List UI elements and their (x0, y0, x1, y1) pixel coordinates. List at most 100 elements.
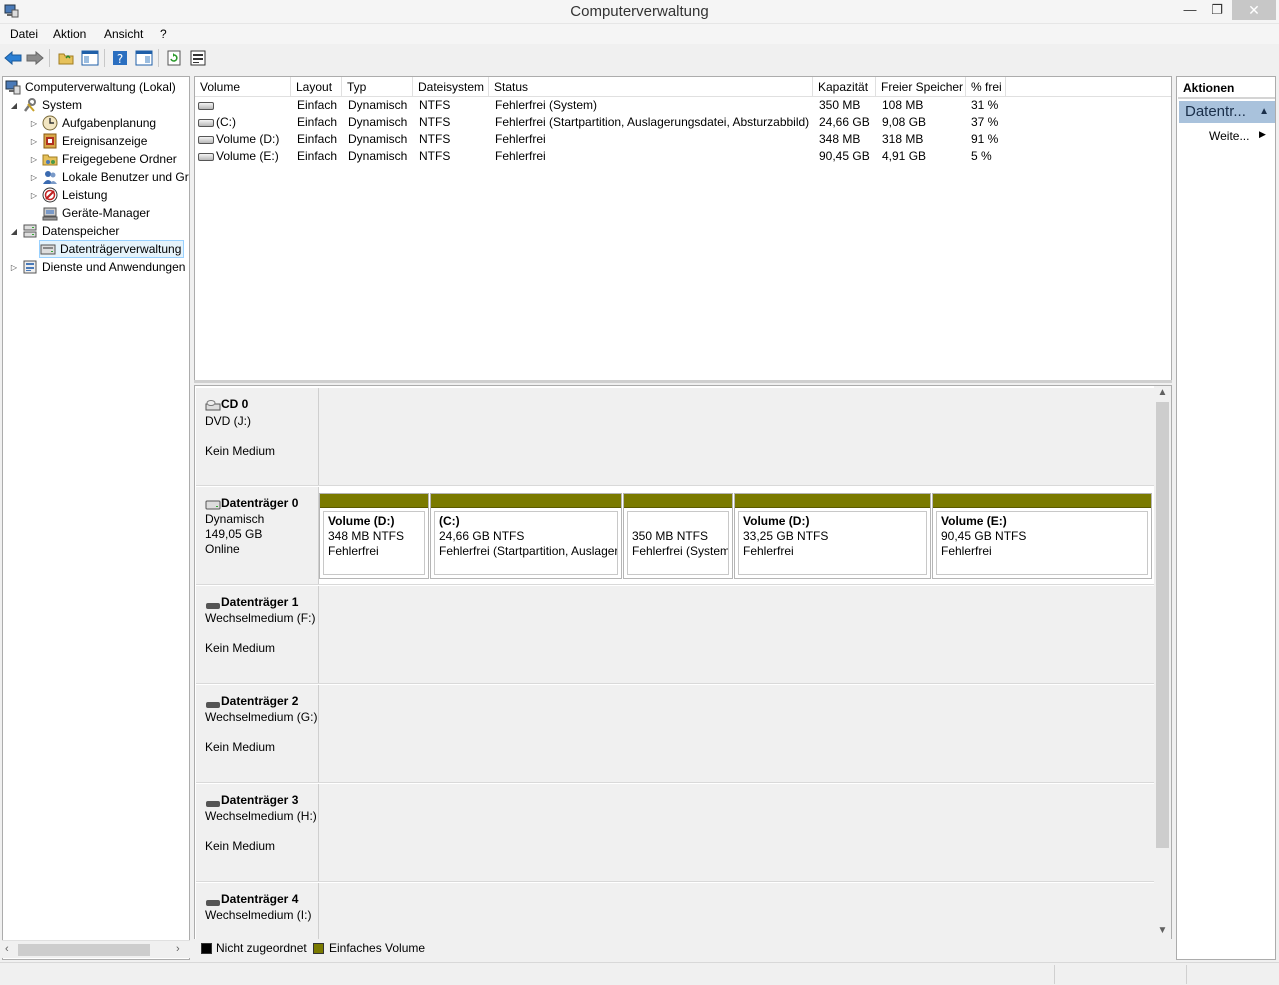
scrollbar-thumb[interactable] (1156, 402, 1169, 848)
disk-label[interactable]: Datenträger 4 Wechselmedium (I:) (196, 883, 319, 939)
expand-arrow-icon[interactable]: ▷ (29, 137, 39, 146)
disk-title: Datenträger 3 (221, 793, 299, 807)
tree-item-task-scheduler[interactable]: ▷ Aufgabenplanung (29, 114, 156, 132)
properties-icon[interactable] (188, 48, 208, 68)
forward-arrow-icon[interactable] (25, 48, 45, 68)
disk-status: Kein Medium (205, 740, 276, 754)
column-header-layout[interactable]: Layout (291, 77, 342, 97)
expand-arrow-icon[interactable]: ▷ (29, 191, 39, 200)
minimize-button[interactable]: — (1178, 0, 1202, 20)
menu-ansicht[interactable]: Ansicht (104, 27, 143, 41)
disk-row-4[interactable]: Datenträger 4 Wechselmedium (I:) (196, 883, 1154, 939)
disk-label[interactable]: Datenträger 2 Wechselmedium (G:) Kein Me… (196, 685, 319, 782)
hard-disk-icon (205, 499, 221, 510)
show-hide-action-pane-icon[interactable] (134, 48, 154, 68)
disk-map-vertical-scrollbar[interactable]: ▲ ▼ (1154, 386, 1171, 939)
scroll-down-icon[interactable]: ▼ (1154, 924, 1171, 938)
partition-volume-d[interactable]: Volume (D:) 33,25 GB NTFS Fehlerfrei (734, 493, 931, 579)
disk-label[interactable]: CD 0 DVD (J:) Kein Medium (196, 388, 319, 485)
disk-label[interactable]: Datenträger 3 Wechselmedium (H:) Kein Me… (196, 784, 319, 881)
cell-status: Fehlerfrei (System) (495, 98, 598, 112)
scrollbar-thumb[interactable] (18, 944, 150, 956)
disk-empty-area (319, 685, 1154, 782)
navigation-tree[interactable]: Computerverwaltung (Lokal) ◢ System ▷ Au… (2, 76, 190, 960)
submenu-arrow-icon[interactable]: ▶ (1259, 129, 1266, 140)
maximize-button[interactable]: ❐ (1204, 0, 1230, 20)
cell-prozent-frei: 91 % (971, 132, 999, 146)
collapse-arrow-icon[interactable]: ◢ (9, 101, 19, 110)
tree-item-shared-folders[interactable]: ▷ Freigegebene Ordner (29, 150, 177, 168)
expand-arrow-icon[interactable]: ▷ (29, 173, 39, 182)
disk-map[interactable]: CD 0 DVD (J:) Kein Medium Datenträger 0 … (194, 385, 1172, 940)
scroll-up-icon[interactable]: ▲ (1154, 386, 1171, 400)
disk-status: Kein Medium (205, 444, 276, 458)
table-row[interactable] (198, 97, 290, 114)
pane-splitter[interactable] (194, 380, 1172, 383)
menu-help[interactable]: ? (160, 27, 167, 41)
tree-item-event-viewer[interactable]: ▷ Ereignisanzeige (29, 132, 147, 150)
cell-typ: Dynamisch (348, 98, 408, 112)
scroll-right-icon[interactable]: › (176, 943, 180, 955)
column-header-dateisystem[interactable]: Dateisystem (413, 77, 489, 97)
tree-item-device-manager[interactable]: Geräte-Manager (42, 204, 150, 222)
refresh-icon[interactable] (164, 48, 184, 68)
up-folder-icon[interactable] (56, 48, 76, 68)
tree-item-label: System (42, 98, 83, 112)
column-header-volume[interactable]: Volume (195, 77, 291, 97)
disk-type: Wechselmedium (H:) (205, 809, 317, 823)
volume-list[interactable]: Volume Layout Typ Dateisystem Status Kap… (194, 76, 1172, 382)
table-row[interactable]: Volume (E:) (198, 148, 290, 165)
tree-item-storage[interactable]: ◢ Datenspeicher (9, 222, 119, 240)
tree-item-label: Dienste und Anwendungen (42, 260, 186, 274)
tree-item-disk-management[interactable]: Datenträgerverwaltung (39, 240, 185, 258)
show-hide-tree-icon[interactable] (80, 48, 100, 68)
scroll-left-icon[interactable]: ‹ (5, 943, 9, 955)
column-header-status[interactable]: Status (489, 77, 813, 97)
disk-row-1[interactable]: Datenträger 1 Wechselmedium (F:) Kein Me… (196, 586, 1154, 684)
column-header-kapazitaet[interactable]: Kapazität (813, 77, 876, 97)
disk-row-cd0[interactable]: CD 0 DVD (J:) Kein Medium (196, 388, 1154, 486)
tree-item-computer-management[interactable]: Computerverwaltung (Lokal) (5, 78, 176, 96)
cell-status: Fehlerfrei (495, 149, 546, 163)
partition-volume-e[interactable]: Volume (E:) 90,45 GB NTFS Fehlerfrei (932, 493, 1152, 579)
partition-volume-d-small[interactable]: Volume (D:) 348 MB NTFS Fehlerfrei (319, 493, 429, 579)
disk-row-2[interactable]: Datenträger 2 Wechselmedium (G:) Kein Me… (196, 685, 1154, 783)
tree-item-performance[interactable]: ▷ Leistung (29, 186, 107, 204)
disk-row-0[interactable]: Datenträger 0 Dynamisch 149,05 GB Online… (196, 487, 1154, 585)
tree-item-services-applications[interactable]: ▷ Dienste und Anwendungen (9, 258, 186, 276)
disk-size: 149,05 GB (205, 527, 263, 541)
menu-bar: Datei Aktion Ansicht ? (0, 24, 1279, 44)
column-header-prozent-frei[interactable]: % frei (966, 77, 1006, 97)
help-icon[interactable]: ? (110, 48, 130, 68)
svg-text:?: ? (117, 52, 123, 66)
partition-c[interactable]: (C:) 24,66 GB NTFS Fehlerfrei (Startpart… (430, 493, 622, 579)
tree-item-label: Computerverwaltung (Lokal) (25, 80, 176, 94)
actions-section-header[interactable]: Datentr... ▲ (1179, 101, 1275, 123)
volume-drive-icon (198, 135, 214, 144)
cell-prozent-frei: 5 % (971, 149, 992, 163)
disk-label[interactable]: Datenträger 1 Wechselmedium (F:) Kein Me… (196, 586, 319, 683)
services-icon (22, 259, 38, 275)
expand-arrow-icon[interactable]: ▷ (29, 155, 39, 164)
disk-type: DVD (J:) (205, 414, 251, 428)
menu-aktion[interactable]: Aktion (53, 27, 86, 41)
table-row[interactable]: (C:) (198, 114, 290, 131)
column-header-typ[interactable]: Typ (342, 77, 413, 97)
expand-arrow-icon[interactable]: ▷ (9, 263, 19, 272)
menu-datei[interactable]: Datei (10, 27, 38, 41)
collapse-up-icon[interactable]: ▲ (1259, 101, 1269, 123)
partition-system[interactable]: 350 MB NTFS Fehlerfrei (System) (623, 493, 733, 579)
close-button[interactable]: ✕ (1232, 0, 1276, 20)
column-header-freier-speicher[interactable]: Freier Speicher (876, 77, 966, 97)
performance-icon (42, 187, 58, 203)
disk-label[interactable]: Datenträger 0 Dynamisch 149,05 GB Online (196, 487, 319, 584)
expand-arrow-icon[interactable]: ▷ (29, 119, 39, 128)
tree-item-local-users[interactable]: ▷ Lokale Benutzer und Gruppen (29, 168, 189, 186)
disk-row-3[interactable]: Datenträger 3 Wechselmedium (H:) Kein Me… (196, 784, 1154, 882)
collapse-arrow-icon[interactable]: ◢ (9, 227, 19, 236)
tree-horizontal-scrollbar[interactable]: ‹ › (2, 940, 190, 958)
back-arrow-icon[interactable] (3, 48, 23, 68)
table-row[interactable]: Volume (D:) (198, 131, 290, 148)
more-actions-link[interactable]: Weite... (1209, 129, 1249, 143)
tree-item-system[interactable]: ◢ System (9, 96, 82, 114)
